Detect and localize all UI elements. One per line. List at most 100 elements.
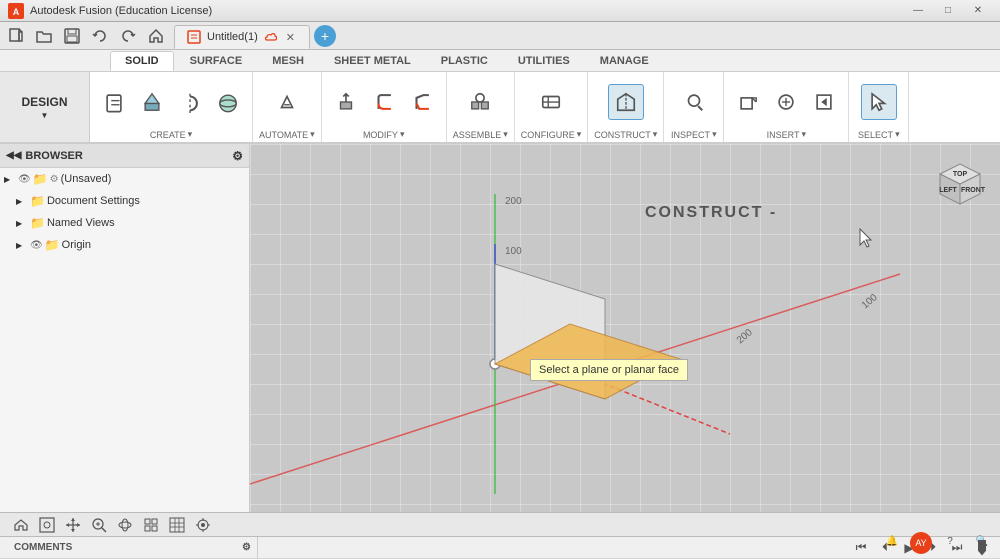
toolbar-group-arrow-modify[interactable]: ▾ bbox=[400, 129, 405, 140]
toolbar-btn-extrude[interactable] bbox=[134, 84, 170, 120]
toolbar-group-arrow-automate[interactable]: ▾ bbox=[310, 129, 315, 140]
grid-display-button[interactable] bbox=[166, 516, 188, 534]
toolbar-group-label-construct: CONSTRUCT▾ bbox=[594, 129, 657, 140]
toolbar-btn-fillet[interactable] bbox=[366, 84, 402, 120]
home-view-button[interactable] bbox=[10, 516, 32, 534]
minimize-button[interactable]: — bbox=[904, 2, 932, 20]
toolbar-group-arrow-construct[interactable]: ▾ bbox=[653, 129, 658, 140]
new-tab-button[interactable]: + bbox=[314, 25, 336, 47]
toolbar-tab-sheet-metal[interactable]: SHEET METAL bbox=[320, 51, 425, 71]
expand-arrow[interactable]: ▶ bbox=[16, 219, 28, 228]
browser-item-doc-settings[interactable]: ▶ 📁 Document Settings bbox=[0, 190, 249, 212]
toolbar-btn-select-btn[interactable] bbox=[861, 84, 897, 120]
bottom-tools-left bbox=[10, 516, 214, 534]
toolbar-group-arrow-create[interactable]: ▾ bbox=[188, 129, 193, 140]
browser-item-label: Named Views bbox=[47, 217, 115, 229]
item-settings-icon[interactable]: ⚙ bbox=[50, 174, 59, 185]
toolbar-group-label-create: CREATE▾ bbox=[150, 129, 192, 140]
expand-arrow[interactable]: ▶ bbox=[4, 175, 16, 184]
comments-section: COMMENTS ⚙ bbox=[8, 537, 258, 559]
zoom-button[interactable] bbox=[88, 516, 110, 534]
fit-button[interactable] bbox=[36, 516, 58, 534]
toolbar-btn-insert2[interactable] bbox=[768, 84, 804, 120]
toolbar-btn-insert1[interactable] bbox=[730, 84, 766, 120]
browser-settings-icon[interactable]: ⚙ bbox=[232, 149, 243, 163]
canvas-area[interactable]: CONSTRUCT - 200 100 200 100 bbox=[250, 144, 1000, 512]
toolbar-group-arrow-assemble[interactable]: ▾ bbox=[503, 129, 508, 140]
toolbar-btn-insert3[interactable] bbox=[806, 84, 842, 120]
document-tab[interactable]: Untitled(1) ✕ bbox=[174, 25, 310, 49]
browser-item-unsaved[interactable]: ▶ 👁 📁 ⚙ (Unsaved) bbox=[0, 168, 249, 190]
toolbar-row: DESIGN ▼ CREATE▾AUTOMATE▾MODIFY▾ASSEMBLE… bbox=[0, 72, 1000, 144]
bell-button[interactable]: 🔔 bbox=[878, 532, 906, 550]
toolbar-btn-press-pull[interactable] bbox=[328, 84, 364, 120]
toolbar-tab-utilities[interactable]: UTILITIES bbox=[504, 51, 584, 71]
toolbar-tabs: SOLIDSURFACEMESHSHEET METALPLASTICUTILIT… bbox=[0, 50, 1000, 72]
svg-text:FRONT: FRONT bbox=[961, 187, 986, 194]
display-mode-button[interactable] bbox=[140, 516, 162, 534]
toolbar-tab-surface[interactable]: SURFACE bbox=[176, 51, 257, 71]
toolbar-group-arrow-configure[interactable]: ▾ bbox=[577, 129, 582, 140]
select-icon bbox=[868, 91, 890, 113]
toolbar-btn-automate-btn[interactable] bbox=[269, 84, 305, 120]
toolbar-group-arrow-insert[interactable]: ▾ bbox=[801, 129, 806, 140]
visibility-icon[interactable]: 👁 bbox=[30, 240, 43, 251]
toolbar-tab-solid[interactable]: SOLID bbox=[110, 51, 174, 71]
new-file-button[interactable] bbox=[4, 27, 28, 45]
maximize-button[interactable]: □ bbox=[934, 2, 962, 20]
expand-arrow[interactable]: ▶ bbox=[16, 241, 28, 250]
toolbar-btn-construct-btn[interactable] bbox=[608, 84, 644, 120]
comments-settings-icon[interactable]: ⚙ bbox=[242, 542, 251, 553]
browser-item-label: (Unsaved) bbox=[61, 173, 112, 185]
automate-icon bbox=[276, 91, 298, 113]
play-prev-button[interactable]: ⏮ bbox=[852, 539, 870, 557]
timeline-slider[interactable] bbox=[972, 539, 992, 557]
help-button[interactable]: ? bbox=[936, 532, 964, 550]
toolbar-group-arrow-inspect[interactable]: ▾ bbox=[712, 129, 717, 140]
collapse-icon[interactable]: ◀◀ bbox=[6, 150, 21, 161]
grid-background bbox=[250, 144, 1000, 512]
toolbar-group-arrow-select[interactable]: ▾ bbox=[895, 129, 900, 140]
design-dropdown[interactable]: DESIGN ▼ bbox=[0, 72, 90, 142]
save-button[interactable] bbox=[60, 27, 84, 45]
main-area: ◀◀ BROWSER ⚙ ▶ 👁 📁 ⚙ (Unsaved) ▶ 📁 Docum… bbox=[0, 144, 1000, 512]
toolbar-group-assemble: ASSEMBLE▾ bbox=[447, 72, 515, 142]
redo-button[interactable] bbox=[116, 27, 140, 45]
tab-close-button[interactable]: ✕ bbox=[284, 31, 297, 44]
svg-text:A: A bbox=[13, 7, 20, 17]
toolbar-btn-new-component[interactable] bbox=[96, 84, 132, 120]
toolbar-group-label-select: SELECT▾ bbox=[858, 129, 900, 140]
toolbar-btn-revolve[interactable] bbox=[172, 84, 208, 120]
toolbar-btn-assemble-btn[interactable] bbox=[462, 84, 498, 120]
toolbar-group-buttons-select bbox=[861, 76, 897, 127]
svg-text:LEFT: LEFT bbox=[939, 187, 957, 194]
toolbar-group-label-insert: INSERT▾ bbox=[767, 129, 806, 140]
browser-item-named-views[interactable]: ▶ 📁 Named Views bbox=[0, 212, 249, 234]
toolbar-tab-plastic[interactable]: PLASTIC bbox=[427, 51, 502, 71]
toolbar-btn-chamfer[interactable] bbox=[404, 84, 440, 120]
orbit-button[interactable] bbox=[114, 516, 136, 534]
open-button[interactable] bbox=[32, 27, 56, 45]
construct-icon bbox=[615, 91, 637, 113]
user-button[interactable]: AY bbox=[910, 532, 932, 554]
toolbar-btn-configure-btn[interactable] bbox=[533, 84, 569, 120]
expand-arrow[interactable]: ▶ bbox=[16, 197, 28, 206]
browser-item-origin[interactable]: ▶ 👁 📁 Origin bbox=[0, 234, 249, 256]
tab-label: Untitled(1) bbox=[207, 31, 258, 43]
new-component-icon bbox=[103, 91, 125, 113]
toolbar-group-buttons-inspect bbox=[676, 76, 712, 127]
pan-button[interactable] bbox=[62, 516, 84, 534]
view-settings-button[interactable] bbox=[192, 516, 214, 534]
toolbar-tab-manage[interactable]: MANAGE bbox=[586, 51, 663, 71]
toolbar-btn-inspect-btn[interactable] bbox=[676, 84, 712, 120]
visibility-icon[interactable]: 👁 bbox=[18, 174, 31, 185]
close-button[interactable]: ✕ bbox=[964, 2, 992, 20]
toolbar-btn-sphere[interactable] bbox=[210, 84, 246, 120]
toolbar-group-insert: INSERT▾ bbox=[724, 72, 849, 142]
tab-cloud-icon bbox=[264, 30, 278, 44]
nav-cube[interactable]: TOP LEFT FRONT bbox=[930, 154, 990, 214]
tab-icon bbox=[187, 30, 201, 44]
home-button[interactable] bbox=[144, 27, 168, 45]
undo-button[interactable] bbox=[88, 27, 112, 45]
toolbar-tab-mesh[interactable]: MESH bbox=[258, 51, 318, 71]
